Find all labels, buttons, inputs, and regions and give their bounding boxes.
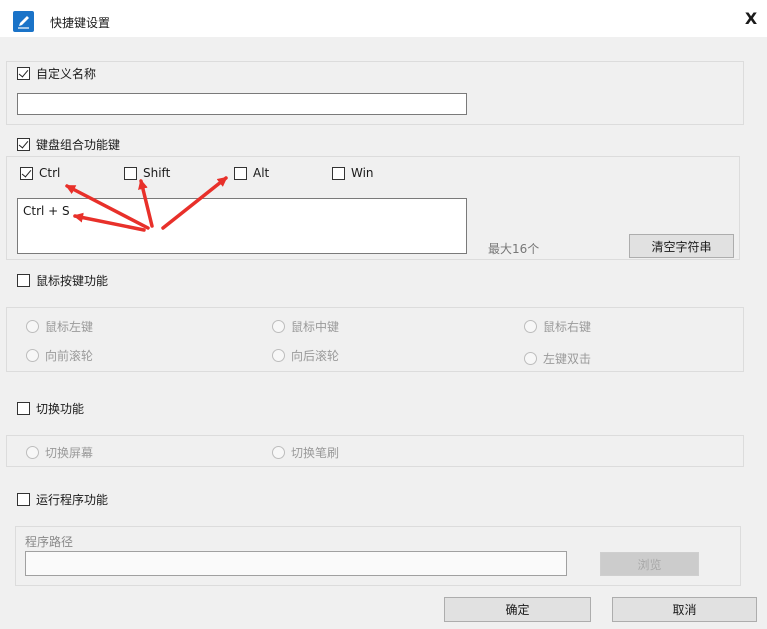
checkbox-box[interactable] [234,166,247,180]
mouse-function-checkbox[interactable]: 鼠标按键功能 [17,272,108,288]
radio-wheel-backward[interactable]: 向后滚轮 [272,347,339,363]
run-program-label: 运行程序功能 [36,492,109,507]
key-combo-label: 键盘组合功能键 [36,137,121,152]
key-combo-textarea[interactable]: Ctrl + S [17,198,467,254]
modifier-ctrl-label: Ctrl [39,166,61,180]
browse-button[interactable]: 浏览 [600,552,699,576]
modifier-win-checkbox[interactable]: Win [332,165,374,181]
title-bar: 快捷键设置 X [0,0,767,37]
program-path-input[interactable] [25,551,567,576]
radio-left-double-click[interactable]: 左键双击 [524,350,591,366]
radio-mouse-middle[interactable]: 鼠标中键 [272,318,339,334]
modifier-ctrl-checkbox[interactable]: Ctrl [20,165,60,181]
pen-app-icon [13,11,34,32]
radio-switch-brush[interactable]: 切换笔刷 [272,444,339,460]
ok-button[interactable]: 确定 [444,597,591,622]
checkbox-box[interactable] [332,166,345,180]
cancel-button[interactable]: 取消 [612,597,757,622]
key-combo-checkbox[interactable]: 键盘组合功能键 [17,136,120,152]
modifier-alt-checkbox[interactable]: Alt [234,165,269,181]
checkbox-box[interactable] [17,401,30,415]
switch-function-label: 切换功能 [36,401,85,416]
checkbox-box[interactable] [17,492,30,506]
switch-function-checkbox[interactable]: 切换功能 [17,400,84,416]
program-path-label: 程序路径 [25,535,74,549]
modifier-shift-checkbox[interactable]: Shift [124,165,170,181]
radio-switch-screen[interactable]: 切换屏幕 [26,444,93,460]
checkbox-box[interactable] [17,273,30,287]
custom-name-checkbox[interactable]: 自定义名称 [17,65,96,81]
switch-options-panel [6,435,744,467]
key-combo-value: Ctrl + S [23,204,70,218]
checkbox-box[interactable] [17,137,30,151]
clear-string-button[interactable]: 清空字符串 [629,234,734,258]
mouse-options-panel [6,307,744,372]
checkbox-box[interactable] [20,166,33,180]
modifier-win-label: Win [351,166,374,180]
close-button[interactable]: X [743,11,759,27]
modifier-alt-label: Alt [253,166,270,180]
checkbox-box[interactable] [17,66,30,80]
checkbox-box[interactable] [124,166,137,180]
radio-wheel-forward[interactable]: 向前滚轮 [26,347,93,363]
run-program-checkbox[interactable]: 运行程序功能 [17,491,108,507]
window-title: 快捷键设置 [50,16,111,30]
radio-mouse-left[interactable]: 鼠标左键 [26,318,93,334]
mouse-function-label: 鼠标按键功能 [36,273,109,288]
max-length-hint: 最大16个 [488,242,540,256]
modifier-shift-label: Shift [143,166,171,180]
custom-name-label: 自定义名称 [36,66,97,81]
radio-mouse-right[interactable]: 鼠标右键 [524,318,591,334]
custom-name-input[interactable] [17,93,467,115]
